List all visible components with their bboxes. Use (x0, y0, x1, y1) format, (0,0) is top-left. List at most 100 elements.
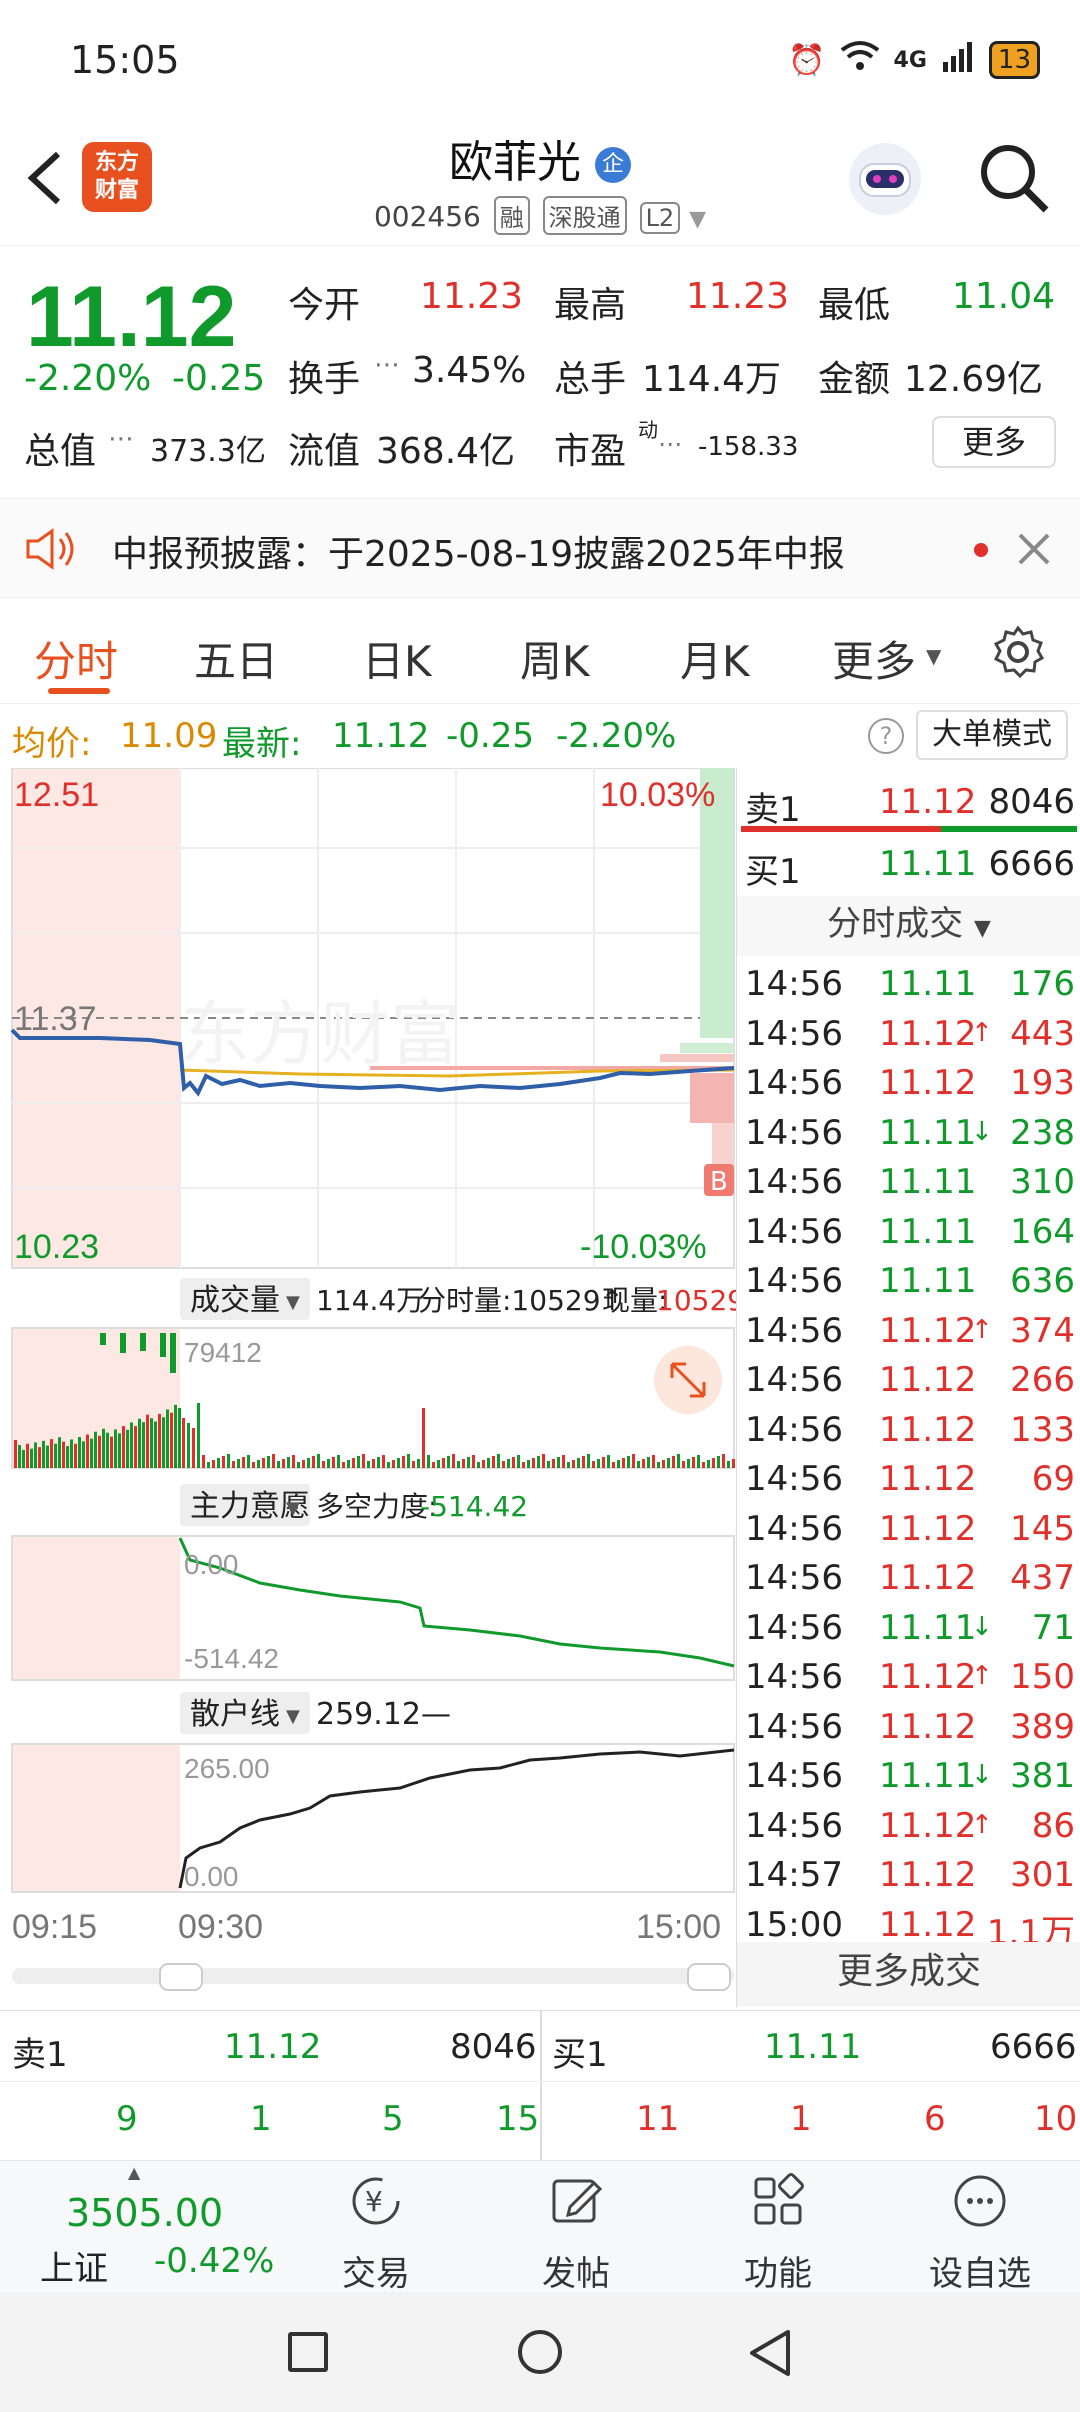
active-tab-indicator (48, 688, 110, 694)
tick-volume: 150 (1010, 1657, 1075, 1697)
tick-price: 11.12 (879, 1310, 977, 1351)
volume-bar (30, 1448, 33, 1468)
bottom-toolbar: ▲ 3505.00 上证 -0.42% ¥ 交易 发帖 功能 设自选 (0, 2160, 1080, 2295)
intraday-chart[interactable]: 东方财富 B 12.51 10.03% 11.37 10.23 -10.03% … (0, 768, 736, 2008)
scroller-right-handle[interactable] (687, 1963, 731, 1991)
tick-price: 11.12 (879, 1459, 977, 1499)
back-icon[interactable] (24, 150, 64, 210)
tick-row: 14:56 11.11 ↓ 238 (745, 1113, 1075, 1161)
volume-bar (472, 1455, 475, 1468)
volume-bar (627, 1456, 630, 1468)
volume-bar (158, 1413, 161, 1468)
big-order-mode-button[interactable]: 大单模式 (916, 710, 1068, 760)
low-label: 最低 (818, 285, 891, 326)
tick-volume: 636 (1010, 1261, 1075, 1301)
svg-text:▼: ▼ (286, 1498, 300, 1519)
volume-bar (34, 1442, 37, 1468)
tick-row: 14:56 11.11 176 (745, 964, 1075, 1012)
volume-bar (712, 1458, 715, 1468)
info-circle-icon[interactable]: ⋯ (108, 424, 134, 454)
tick-time: 14:56 (745, 1063, 843, 1103)
volume-bar (677, 1454, 680, 1468)
tick-row: 14:56 11.12 ↑ 443 (745, 1014, 1075, 1062)
help-icon[interactable]: ? (868, 718, 904, 754)
volume-bar (502, 1461, 505, 1468)
volume-bar (187, 1423, 190, 1468)
volume-value: 114.4万 (642, 359, 782, 400)
buy-queue-item: 10 (1034, 2099, 1078, 2139)
tick-row: 14:56 11.12 133 (745, 1410, 1075, 1458)
volume-bar (697, 1455, 700, 1468)
tick-time: 14:56 (745, 1459, 843, 1499)
volume-bar (402, 1456, 405, 1468)
order-book: 卖1 11.12 8046 买1 11.11 6666 9 1 5 15 11 … (0, 2010, 1080, 2161)
tick-row: 14:56 11.12 69 (745, 1459, 1075, 1507)
tick-volume: 437 (1010, 1558, 1075, 1598)
volume-bar (86, 1434, 89, 1468)
chevron-down-icon[interactable]: ▼ (689, 207, 706, 232)
tick-volume: 301 (1010, 1855, 1075, 1895)
quote-panel: 11.12 -2.20% -0.25 今开 11.23 最高 11.23 最低 … (0, 246, 1080, 496)
volume-bar (372, 1459, 375, 1468)
more-quote-button[interactable]: 更多 (932, 416, 1056, 468)
chevron-down-icon[interactable]: ▼ (926, 644, 941, 668)
volume-bar (507, 1459, 510, 1468)
volume-bar (452, 1454, 455, 1468)
volume-bar (297, 1462, 300, 1468)
nav-add-watchlist[interactable]: 设自选 (910, 2171, 1050, 2295)
tick-direction-icon: ↓ (971, 1116, 993, 1147)
robot-assistant-icon[interactable] (842, 136, 928, 226)
sell-queue-item: 5 (382, 2099, 404, 2139)
nav-functions[interactable]: 功能 (708, 2171, 848, 2295)
tick-row: 14:56 11.12 389 (745, 1707, 1075, 1755)
info-circle-icon[interactable]: ⋯ (374, 350, 400, 380)
index-ticker[interactable]: ▲ 3505.00 上证 -0.42% (0, 2161, 300, 2293)
chart-scroller-track[interactable] (12, 1968, 734, 1984)
home-icon[interactable] (518, 2330, 562, 2374)
volume-bar (622, 1458, 625, 1468)
volume-bar (387, 1462, 390, 1468)
tick-price: 11.11 (879, 1607, 977, 1648)
tick-time: 14:57 (745, 1855, 843, 1895)
volume-bar (597, 1459, 600, 1468)
tick-title[interactable]: 分时成交 ▼ (737, 896, 1080, 956)
tab-intraday[interactable]: 分时 (34, 628, 118, 689)
more-trades-button[interactable]: 更多成交 (737, 1942, 1080, 2006)
nav-post[interactable]: 发帖 (506, 2171, 646, 2295)
ask1-volume: 8046 (988, 782, 1075, 822)
search-icon[interactable] (976, 140, 1052, 220)
volume-bar (417, 1459, 420, 1468)
svg-text:▼: ▼ (286, 1706, 300, 1727)
tick-volume: 443 (1010, 1013, 1075, 1054)
back-nav-icon[interactable] (746, 2328, 794, 2382)
notice-banner[interactable]: 中报预披露：于2025-08-19披露2025年中报 (0, 498, 1080, 598)
volume-bar (547, 1461, 550, 1468)
recent-apps-icon[interactable] (288, 2332, 328, 2372)
tab-daily-k[interactable]: 日K (362, 628, 432, 689)
gear-icon[interactable] (990, 624, 1046, 684)
app-logo[interactable]: 东方财富 (82, 142, 152, 212)
volume-bar (142, 1422, 145, 1468)
index-change: -0.42% (154, 2241, 275, 2281)
volume-bar (247, 1455, 250, 1468)
tab-monthly-k[interactable]: 月K (680, 628, 750, 689)
nav-trade[interactable]: ¥ 交易 (306, 2171, 446, 2295)
tab-more[interactable]: 更多 (832, 628, 916, 689)
volume-bar (332, 1457, 335, 1468)
status-bar: 15:05 ⏰ 4G 13 (0, 0, 1080, 120)
scroller-left-handle[interactable] (159, 1963, 203, 1991)
turnover-value: 3.45% (412, 350, 527, 391)
volume-bar (662, 1460, 665, 1468)
volume-bar (602, 1457, 605, 1468)
tab-weekly-k[interactable]: 周K (520, 628, 590, 689)
volume-bar (522, 1462, 525, 1468)
tick-time: 14:56 (745, 1162, 843, 1202)
close-icon[interactable] (1016, 531, 1052, 571)
volume-bar (632, 1454, 635, 1468)
tab-five-day[interactable]: 五日 (194, 628, 278, 689)
volume-bar (170, 1333, 176, 1373)
mktcap-label: 总值 (24, 431, 97, 472)
info-circle-icon[interactable]: ⋯ (658, 430, 682, 458)
tick-direction-icon: ↑ (971, 1314, 993, 1345)
stock-title: 欧菲光 企 002456 融 深股通 L2 ▼ (300, 126, 780, 235)
